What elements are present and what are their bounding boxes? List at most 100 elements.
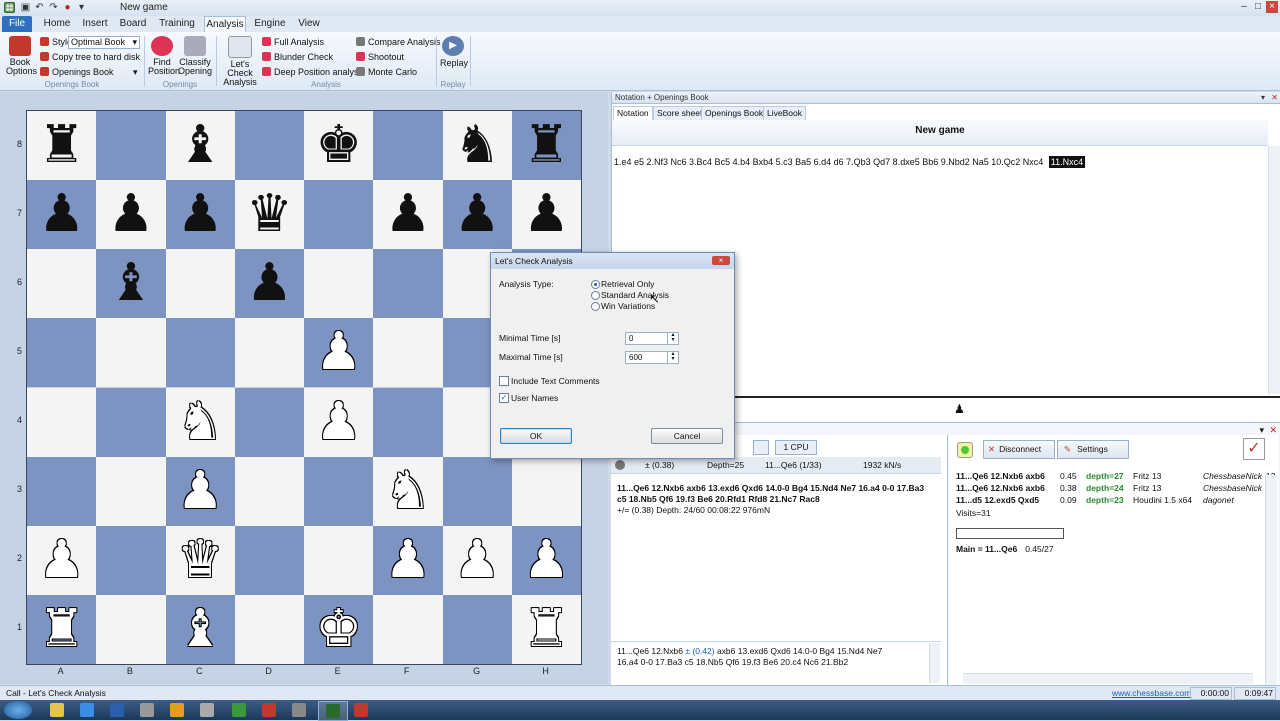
cloud-scrollbar[interactable] xyxy=(1265,475,1277,685)
ok-button[interactable]: OK xyxy=(500,428,572,444)
cpu-button[interactable]: 1 CPU xyxy=(775,440,817,455)
square-d4[interactable] xyxy=(234,387,304,457)
square-h3[interactable] xyxy=(511,456,581,526)
cloud-status-icon[interactable] xyxy=(957,442,973,458)
shootout-button[interactable]: Shootout xyxy=(356,52,404,62)
square-b1[interactable] xyxy=(96,594,166,664)
redo-icon[interactable]: ↷ xyxy=(48,2,59,13)
square-a6[interactable] xyxy=(27,249,97,319)
classify-opening-button[interactable]: Classify Opening xyxy=(178,36,212,76)
square-c5[interactable] xyxy=(165,318,235,388)
black-rook-icon[interactable]: ♜ xyxy=(27,111,96,180)
stepper-icon[interactable]: ▴ ▾ xyxy=(667,332,678,344)
square-b3[interactable] xyxy=(96,456,166,526)
panel-menu-icon[interactable]: ▾ xyxy=(1261,92,1265,103)
square-f5[interactable] xyxy=(373,318,443,388)
explorer-icon[interactable] xyxy=(50,703,64,717)
browser-icon[interactable] xyxy=(80,703,94,717)
engine-icon[interactable]: ● xyxy=(62,2,73,13)
black-king-icon[interactable]: ♚ xyxy=(304,111,373,180)
white-knight-icon[interactable]: ♞ xyxy=(373,457,442,526)
app-icon[interactable] xyxy=(292,703,306,717)
square-b5[interactable] xyxy=(96,318,166,388)
square-e6[interactable] xyxy=(304,249,374,319)
dialog-close-icon[interactable]: × xyxy=(712,256,730,265)
black-pawn-icon[interactable]: ♟ xyxy=(96,180,165,249)
tab-file[interactable]: File xyxy=(2,16,32,32)
app-icon[interactable] xyxy=(170,703,184,717)
white-pawn-icon[interactable]: ♟ xyxy=(373,526,442,595)
tab-score-sheet[interactable]: Score sheet xyxy=(653,106,707,121)
white-pawn-icon[interactable]: ♟ xyxy=(27,526,96,595)
engine-icon[interactable] xyxy=(753,440,769,455)
app-icon[interactable] xyxy=(354,703,368,717)
square-a3[interactable] xyxy=(27,456,97,526)
square-d8[interactable] xyxy=(234,111,304,181)
chessbase-task[interactable] xyxy=(318,701,348,721)
square-c6[interactable] xyxy=(165,249,235,319)
black-knight-icon[interactable]: ♞ xyxy=(443,111,512,180)
white-pawn-icon[interactable]: ♟ xyxy=(304,388,373,457)
square-b8[interactable] xyxy=(96,111,166,181)
tab-openings-book[interactable]: Openings Book xyxy=(701,106,768,121)
tab-notation[interactable]: Notation xyxy=(613,106,653,121)
move-list[interactable]: 1.e4 e5 2.Nf3 Nc6 3.Bc4 Bc5 4.b4 Bxb4 5.… xyxy=(614,157,1043,167)
style-select[interactable]: Optimal Book ▾ xyxy=(68,36,140,49)
app-icon[interactable] xyxy=(140,703,154,717)
square-d5[interactable] xyxy=(234,318,304,388)
tab-engine[interactable]: Engine xyxy=(252,16,288,32)
engine-main-line[interactable]: 11...Qe6 12.Nxb6 axb6 13.exd6 Qxd6 14.0-… xyxy=(617,483,939,505)
square-e3[interactable] xyxy=(304,456,374,526)
undo-icon[interactable]: ↶ xyxy=(34,2,45,13)
maximize-button[interactable]: □ xyxy=(1252,1,1264,13)
min-time-input[interactable]: 0 ▴ ▾ xyxy=(625,332,679,345)
square-b2[interactable] xyxy=(96,525,166,595)
cancel-button[interactable]: Cancel xyxy=(651,428,723,444)
check-icon[interactable]: ✓ xyxy=(1243,438,1265,460)
black-bishop-icon[interactable]: ♝ xyxy=(96,249,165,318)
checkbox-icon[interactable] xyxy=(499,376,509,386)
square-a4[interactable] xyxy=(27,387,97,457)
square-f8[interactable] xyxy=(373,111,443,181)
engine-line-1[interactable]: 11...Qe6 12.Nxb6 axb6 13.exd6 Qxd6 14.0-… xyxy=(617,483,939,494)
tab-livebook[interactable]: LiveBook xyxy=(763,106,806,121)
copy-tree-button[interactable]: Copy tree to hard disk xyxy=(40,52,140,62)
radio-icon[interactable] xyxy=(591,302,600,311)
cloud-result-row[interactable]: 11...d5 12.exd5 Qxd5 0.09 depth=23 Houdini … xyxy=(956,495,1277,507)
save-icon[interactable]: ▣ xyxy=(20,2,31,13)
square-g3[interactable] xyxy=(442,456,512,526)
app-icon[interactable] xyxy=(232,703,246,717)
white-bishop-icon[interactable]: ♝ xyxy=(166,595,235,664)
settings-button[interactable]: ✎ Settings xyxy=(1057,440,1129,459)
radio-icon[interactable] xyxy=(591,280,600,289)
tab-view[interactable]: View xyxy=(294,16,324,32)
white-knight-icon[interactable]: ♞ xyxy=(166,388,235,457)
find-position-button[interactable]: Find Position xyxy=(148,36,180,76)
cloud-result-row[interactable]: 11...Qe6 12.Nxb6 axb6 0.45 depth=27 Fritz 1… xyxy=(956,471,1278,483)
black-queen-icon[interactable]: ♛ xyxy=(235,180,304,249)
tab-home[interactable]: Home xyxy=(40,16,74,32)
black-pawn-icon[interactable]: ♟ xyxy=(373,180,442,249)
square-e2[interactable] xyxy=(304,525,374,595)
square-b4[interactable] xyxy=(96,387,166,457)
system-tray[interactable] xyxy=(1200,704,1270,716)
disconnect-button[interactable]: ✕ Disconnect xyxy=(983,440,1055,459)
engine-scrollbar[interactable] xyxy=(929,643,940,683)
max-time-input[interactable]: 600 ▴ ▾ xyxy=(625,351,679,364)
tab-training[interactable]: Training xyxy=(156,16,198,32)
white-pawn-icon[interactable]: ♟ xyxy=(166,457,235,526)
notation-moves[interactable]: 1.e4 e5 2.Nf3 Nc6 3.Bc4 Bc5 4.b4 Bxb4 5.… xyxy=(614,156,1264,168)
cloud-hscrollbar[interactable] xyxy=(963,673,1253,684)
close-button[interactable]: × xyxy=(1266,1,1278,13)
black-rook-icon[interactable]: ♜ xyxy=(512,111,581,180)
white-pawn-icon[interactable]: ♟ xyxy=(304,318,373,387)
app-icon[interactable] xyxy=(200,703,214,717)
full-analysis-button[interactable]: Full Analysis xyxy=(262,37,324,47)
black-pawn-icon[interactable]: ♟ xyxy=(166,180,235,249)
square-f4[interactable] xyxy=(373,387,443,457)
square-d2[interactable] xyxy=(234,525,304,595)
white-rook-icon[interactable]: ♜ xyxy=(27,595,96,664)
openings-book-button[interactable]: Openings Book xyxy=(40,67,114,77)
white-pawn-icon[interactable]: ♟ xyxy=(512,526,581,595)
tab-analysis[interactable]: Analysis xyxy=(204,16,246,33)
